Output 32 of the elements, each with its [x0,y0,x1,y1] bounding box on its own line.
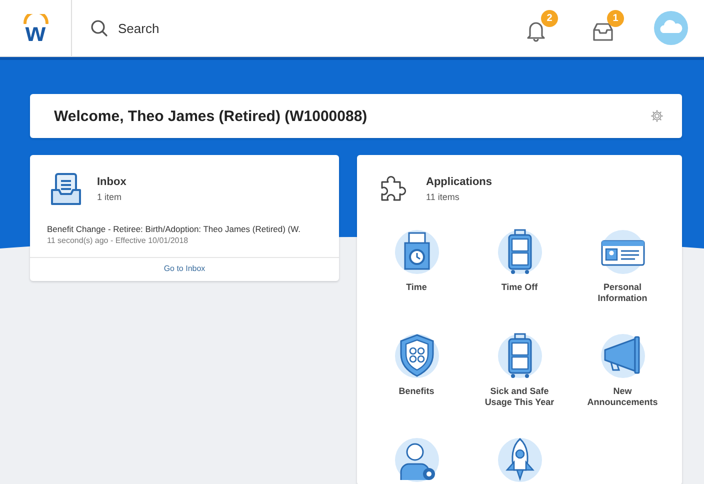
search-icon [90,19,108,37]
message-meta: 11 second(s) ago - Effective 10/01/2018 [46,235,190,245]
go-to-inbox-link[interactable]: Go to Inbox [164,264,206,273]
tray-icon [591,21,615,43]
id-card-icon[interactable] [598,228,646,276]
inbox-title: Inbox [97,176,126,188]
item-count: 11 items [426,192,460,202]
app-label[interactable]: Time Off [482,282,558,293]
app-label[interactable]: Sick and Safe Usage This Year [482,386,558,408]
inbox-message[interactable]: Benefit Change - Retiree: Birth/Adoption: Theo James (Retired) (W. [30,206,339,234]
logo-letter: w [25,22,46,42]
welcome-title: Welcome, Theo James (Retired) (W1000088) [54,108,368,124]
suitcase-icon[interactable] [496,228,544,276]
suitcase-icon[interactable] [496,332,544,380]
arc-icon [22,14,48,24]
inbox-tray-icon [50,172,82,206]
app-label[interactable]: Personal Information [584,282,660,304]
applications-title: Applications [426,176,492,188]
notification-count: 2 [541,10,558,27]
item-count: 1 item [97,192,123,202]
shield-icon[interactable] [392,332,440,380]
bell-icon [525,19,547,43]
search-field[interactable]: Search [116,20,320,36]
app-label[interactable]: New Announcements [584,386,660,408]
rocket-icon[interactable] [496,436,544,484]
app-label[interactable]: Time [378,282,454,293]
app-label[interactable]: Benefits [378,386,454,397]
clock-card-icon[interactable] [392,228,440,276]
inbox-count: 1 [607,10,624,27]
person-gear-icon[interactable] [392,436,440,484]
settings-icon[interactable] [650,109,664,123]
megaphone-icon[interactable] [598,332,646,380]
